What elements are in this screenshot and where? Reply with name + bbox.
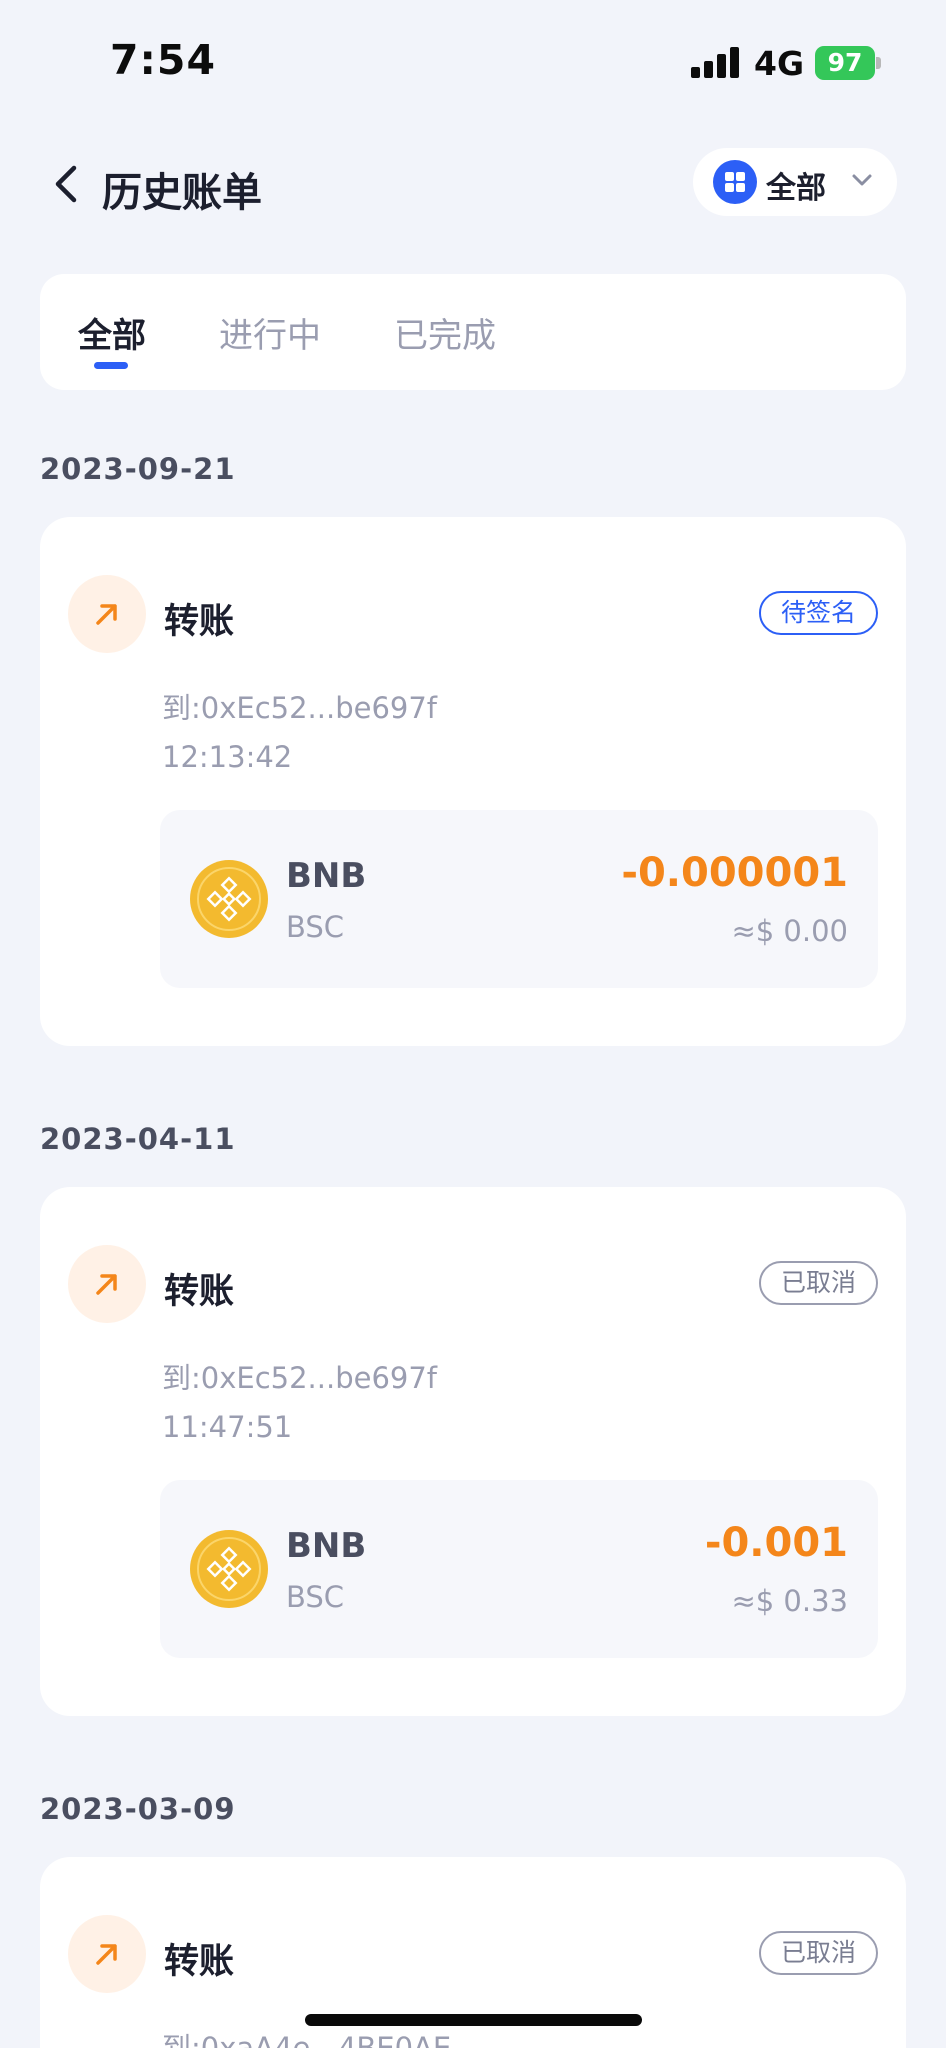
asset-fiat-value: ≈$ 0.33 xyxy=(731,1584,848,1618)
recipient-address: 到:0xEc52...be697f xyxy=(162,1361,438,1395)
tab-indicator xyxy=(94,362,128,369)
status-badge: 已取消 xyxy=(758,1261,878,1305)
signal-icon xyxy=(691,46,741,78)
recipient-address: 到:0xEc52...be697f xyxy=(162,691,438,725)
date-header: 2023-03-09 xyxy=(40,1792,236,1826)
arrow-up-right-icon xyxy=(68,575,146,653)
tab-bar: 全部 进行中 已完成 xyxy=(40,274,906,390)
asset-chain: BSC xyxy=(286,910,345,944)
recipient-address: 到:0xaA4e...4BE0AE xyxy=(162,2031,452,2048)
date-header: 2023-09-21 xyxy=(40,452,236,486)
grid-icon xyxy=(713,160,757,204)
transaction-type: 转账 xyxy=(164,1272,235,1312)
tab-in-progress[interactable]: 进行中 xyxy=(219,308,321,357)
arrow-up-right-icon xyxy=(68,1915,146,1993)
transaction-time: 12:13:42 xyxy=(162,740,293,774)
asset-symbol: BNB xyxy=(286,856,367,896)
transaction-card[interactable]: 转账 已取消 到:0xEc52...be697f 11:47:51 BNB BS… xyxy=(40,1187,906,1716)
chevron-down-icon xyxy=(850,170,874,190)
battery-icon: 97 xyxy=(815,46,881,80)
header: 历史账单 全部 xyxy=(0,140,946,230)
asset-amount: -0.001 xyxy=(704,1520,848,1566)
status-badge: 已取消 xyxy=(758,1931,878,1975)
page-title: 历史账单 xyxy=(102,170,262,216)
transaction-card[interactable]: 转账 待签名 到:0xEc52...be697f 12:13:42 BNB BS… xyxy=(40,517,906,1046)
back-icon[interactable] xyxy=(48,162,88,206)
arrow-up-right-icon xyxy=(68,1245,146,1323)
transaction-time: 11:47:51 xyxy=(162,1410,293,1444)
wallet-filter-button[interactable]: 全部 xyxy=(693,148,897,216)
asset-summary: BNB BSC -0.000001 ≈$ 0.00 xyxy=(160,810,878,988)
network-label: 4G xyxy=(754,44,805,83)
transaction-type: 转账 xyxy=(164,602,235,642)
status-time: 7:54 xyxy=(110,36,216,84)
asset-symbol: BNB xyxy=(286,1526,367,1566)
filter-label: 全部 xyxy=(766,171,826,206)
bnb-coin-icon xyxy=(190,1530,268,1608)
status-bar: 7:54 4G 97 xyxy=(0,0,946,110)
home-indicator xyxy=(305,2014,642,2026)
date-header: 2023-04-11 xyxy=(40,1122,236,1156)
asset-summary: BNB BSC -0.001 ≈$ 0.33 xyxy=(160,1480,878,1658)
bnb-coin-icon xyxy=(190,860,268,938)
transaction-type: 转账 xyxy=(164,1942,235,1982)
tab-completed[interactable]: 已完成 xyxy=(394,308,496,357)
asset-chain: BSC xyxy=(286,1580,345,1614)
asset-amount: -0.000001 xyxy=(621,850,848,896)
asset-fiat-value: ≈$ 0.00 xyxy=(731,914,848,948)
battery-level: 97 xyxy=(815,46,875,80)
status-badge: 待签名 xyxy=(758,591,878,635)
tab-all[interactable]: 全部 xyxy=(78,308,146,357)
